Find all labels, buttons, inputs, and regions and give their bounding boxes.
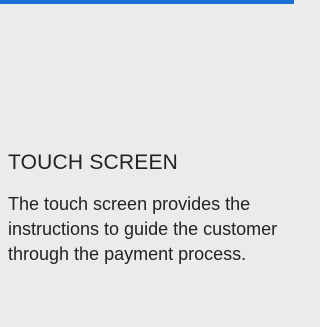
- feature-card: TOUCH SCREEN The touch screen provides t…: [8, 150, 308, 267]
- feature-title: TOUCH SCREEN: [8, 151, 179, 174]
- accent-bar: [0, 0, 294, 4]
- feature-description: The touch screen provides the instructio…: [8, 194, 278, 264]
